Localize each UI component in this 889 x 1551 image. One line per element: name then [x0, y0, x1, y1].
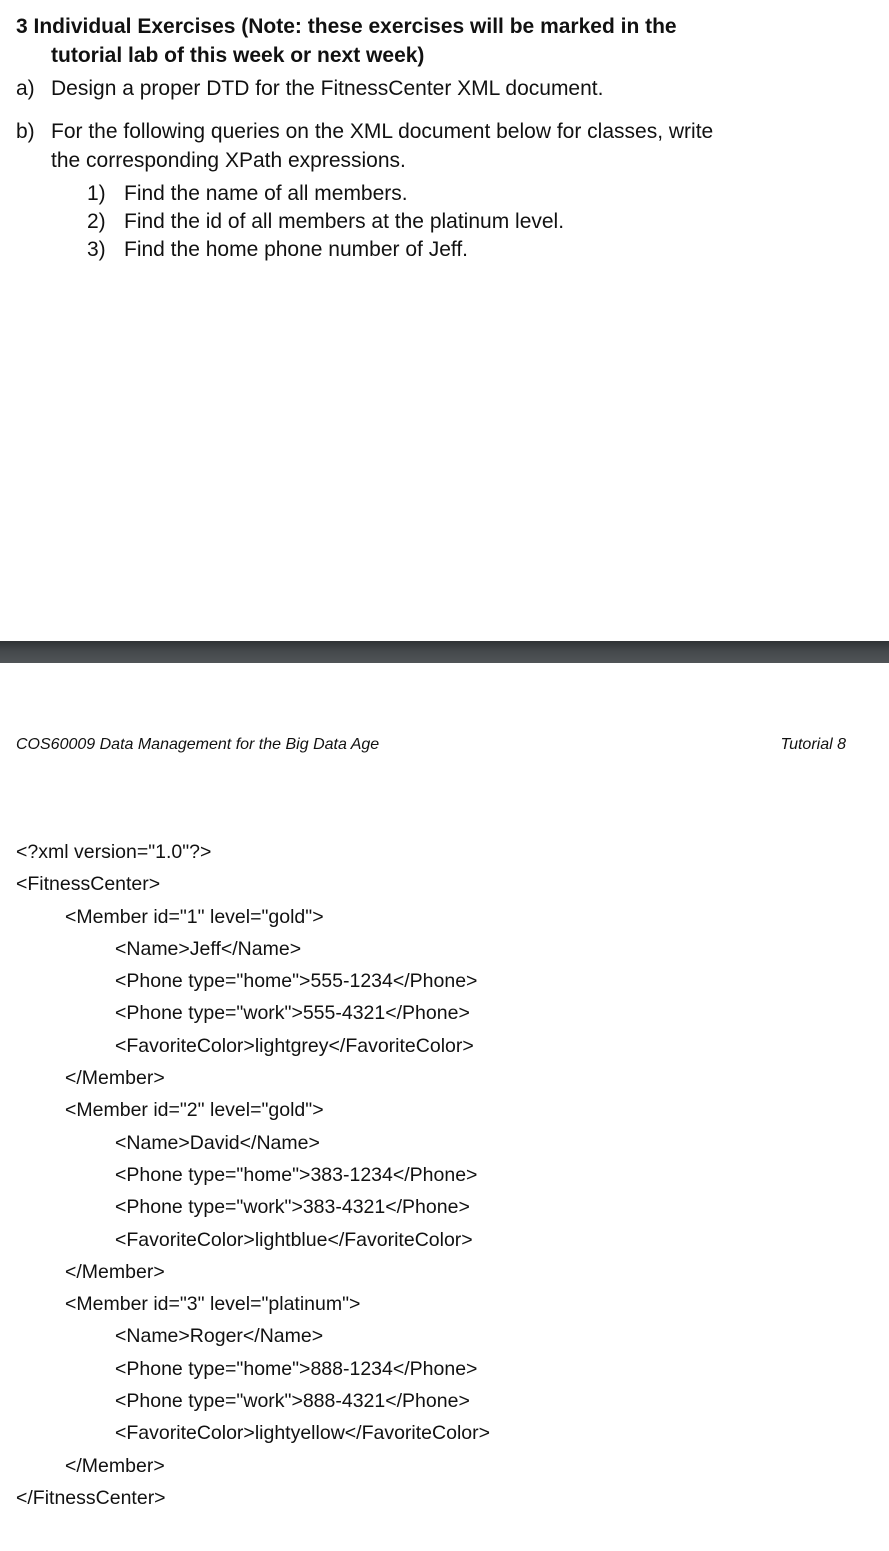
xml-line: <Name>Jeff</Name>: [115, 937, 302, 960]
item-text-line-1: For the following queries on the XML doc…: [51, 120, 714, 143]
query-text: Find the home phone number of Jeff.: [124, 238, 468, 261]
xml-line: <Phone type="home">383-1234</Phone>: [115, 1163, 478, 1186]
xml-code-listing: <?xml version="1.0"?> <FitnessCenter> <Mem…: [16, 836, 876, 1514]
exercise-item-b: b) For the following queries on the XML …: [16, 117, 876, 175]
xml-line: </Member>: [65, 1067, 165, 1090]
query-item: 2) Find the id of all members at the pla…: [87, 208, 867, 236]
query-text: Find the id of all members at the platin…: [124, 210, 565, 233]
xml-line: <FavoriteColor>lightyellow</FavoriteColo…: [115, 1422, 491, 1445]
query-list: 1) Find the name of all members. 2) Find…: [87, 180, 867, 264]
xml-line: <FitnessCenter>: [16, 873, 161, 896]
xml-line: <?xml version="1.0"?>: [16, 841, 212, 863]
xml-line: <Name>David</Name>: [115, 1131, 320, 1154]
xml-line: <Phone type="home">555-1234</Phone>: [115, 970, 478, 993]
xml-line: <Phone type="work">888-4321</Phone>: [115, 1390, 470, 1413]
xml-line: <FavoriteColor>lightgrey</FavoriteColor>: [115, 1034, 474, 1057]
item-marker: a): [16, 77, 35, 100]
xml-line: <Phone type="work">383-4321</Phone>: [115, 1196, 470, 1219]
xml-line: </FitnessCenter>: [16, 1486, 166, 1509]
query-marker: 2): [87, 210, 106, 233]
xml-line: <Phone type="work">555-4321</Phone>: [115, 1002, 470, 1025]
xml-line: <FavoriteColor>lightblue</FavoriteColor>: [115, 1228, 473, 1251]
page-break-divider: [0, 641, 889, 663]
section-heading-line-1: 3 Individual Exercises (Note: these exer…: [16, 15, 677, 38]
item-marker: b): [16, 120, 35, 143]
course-title: COS60009 Data Management for the Big Dat…: [16, 736, 380, 753]
item-text-line-2: the corresponding XPath expressions.: [51, 149, 406, 172]
xml-line: </Member>: [65, 1454, 165, 1477]
query-item: 3) Find the home phone number of Jeff.: [87, 236, 867, 264]
section-heading: 3 Individual Exercises (Note: these exer…: [16, 12, 876, 70]
xml-line: <Name>Roger</Name>: [115, 1325, 324, 1348]
query-marker: 1): [87, 182, 106, 205]
tutorial-label: Tutorial 8: [780, 736, 846, 753]
query-marker: 3): [87, 238, 106, 261]
xml-line: <Member id="2" level="gold">: [65, 1099, 324, 1122]
xml-line: <Phone type="home">888-1234</Phone>: [115, 1357, 478, 1380]
document-page-top: 3 Individual Exercises (Note: these exer…: [0, 0, 889, 641]
exercise-item-a: a) Design a proper DTD for the FitnessCe…: [16, 74, 876, 103]
xml-line: <Member id="1" level="gold">: [65, 905, 324, 928]
section-heading-line-2: tutorial lab of this week or next week): [51, 44, 425, 67]
query-text: Find the name of all members.: [124, 182, 408, 205]
query-item: 1) Find the name of all members.: [87, 180, 867, 208]
item-text: Design a proper DTD for the FitnessCente…: [51, 77, 604, 100]
xml-line: </Member>: [65, 1260, 165, 1283]
xml-line: <Member id="3" level="platinum">: [65, 1293, 361, 1316]
